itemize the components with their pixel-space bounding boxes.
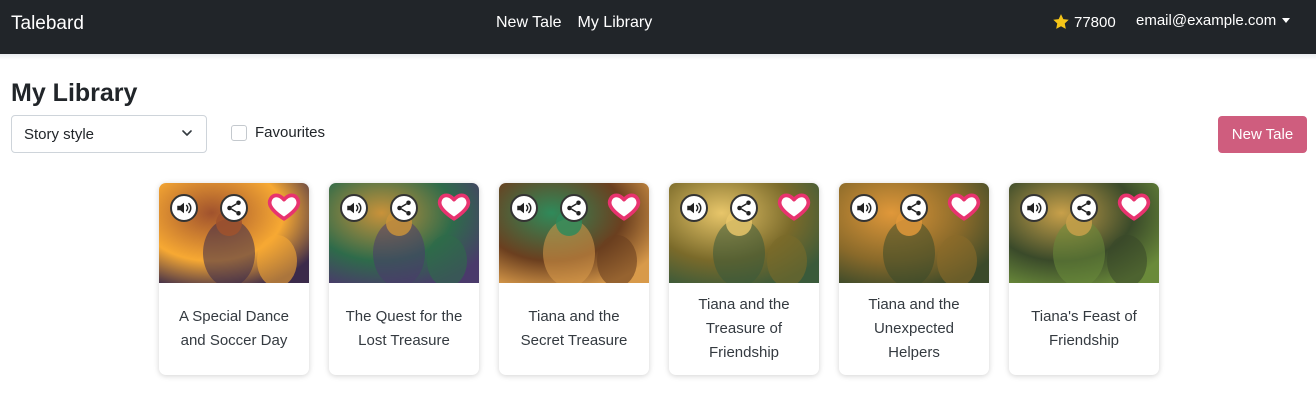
share-button[interactable] xyxy=(730,194,758,222)
nav-links: New Tale My Library xyxy=(496,14,652,32)
share-icon xyxy=(907,200,921,216)
play-audio-button[interactable] xyxy=(850,194,878,222)
user-menu-dropdown[interactable]: email@example.com xyxy=(1136,12,1291,29)
share-button[interactable] xyxy=(560,194,588,222)
user-email: email@example.com xyxy=(1136,12,1277,29)
play-audio-button[interactable] xyxy=(170,194,198,222)
speaker-icon xyxy=(517,202,532,214)
share-button[interactable] xyxy=(220,194,248,222)
story-card[interactable]: Tiana and the Treasure of Friendship xyxy=(669,183,819,375)
navbar-shadow xyxy=(0,54,1316,60)
speaker-icon xyxy=(1027,202,1042,214)
favourite-heart-icon[interactable] xyxy=(777,189,811,223)
share-icon xyxy=(397,200,411,216)
speaker-icon xyxy=(857,202,872,214)
favourite-heart-icon[interactable] xyxy=(947,189,981,223)
credits-display: 77800 xyxy=(1052,13,1116,31)
play-audio-button[interactable] xyxy=(1020,194,1048,222)
favourites-label[interactable]: Favourites xyxy=(255,124,325,141)
play-audio-button[interactable] xyxy=(340,194,368,222)
brand-logo[interactable]: Talebard xyxy=(11,13,84,35)
story-card-title: A Special Dance and Soccer Day xyxy=(178,308,290,349)
chevron-down-icon xyxy=(182,130,192,136)
page-title: My Library xyxy=(11,79,138,107)
nav-my-library[interactable]: My Library xyxy=(578,14,653,32)
new-tale-button[interactable]: New Tale xyxy=(1218,116,1307,153)
play-audio-button[interactable] xyxy=(680,194,708,222)
speaker-icon xyxy=(177,202,192,214)
share-button[interactable] xyxy=(390,194,418,222)
story-card-title: Tiana and the Unexpected Helpers xyxy=(868,296,960,361)
favourite-heart-icon[interactable] xyxy=(267,189,301,223)
story-card[interactable]: A Special Dance and Soccer Day xyxy=(159,183,309,375)
speaker-icon xyxy=(687,202,702,214)
story-card[interactable]: Tiana and the Unexpected Helpers xyxy=(839,183,989,375)
nav-new-tale[interactable]: New Tale xyxy=(496,14,562,32)
story-card-title: Tiana's Feast of Friendship xyxy=(1031,308,1137,349)
favourite-heart-icon[interactable] xyxy=(437,189,471,223)
share-button[interactable] xyxy=(1070,194,1098,222)
story-style-select[interactable]: Story style xyxy=(11,115,207,153)
play-audio-button[interactable] xyxy=(510,194,538,222)
story-style-selected: Story style xyxy=(24,126,95,143)
favourite-heart-icon[interactable] xyxy=(607,189,641,223)
share-icon xyxy=(737,200,751,216)
speaker-icon xyxy=(347,202,362,214)
story-card-title: Tiana and the Treasure of Friendship xyxy=(698,296,790,361)
favourite-heart-icon[interactable] xyxy=(1117,189,1151,223)
share-button[interactable] xyxy=(900,194,928,222)
story-card[interactable]: The Quest for the Lost Treasure xyxy=(329,183,479,375)
credits-count: 77800 xyxy=(1074,13,1116,31)
story-card[interactable]: Tiana's Feast of Friendship xyxy=(1009,183,1159,375)
top-navbar: Talebard New Tale My Library 77800 email… xyxy=(0,0,1316,54)
star-icon xyxy=(1053,14,1069,29)
story-card-title: Tiana and the Secret Treasure xyxy=(520,308,628,349)
favourites-checkbox[interactable] xyxy=(231,125,247,141)
story-card[interactable]: Tiana and the Secret Treasure xyxy=(499,183,649,375)
story-card-title: The Quest for the Lost Treasure xyxy=(345,308,463,349)
share-icon xyxy=(227,200,241,216)
share-icon xyxy=(567,200,581,216)
share-icon xyxy=(1077,200,1091,216)
caret-down-icon xyxy=(1282,18,1291,23)
